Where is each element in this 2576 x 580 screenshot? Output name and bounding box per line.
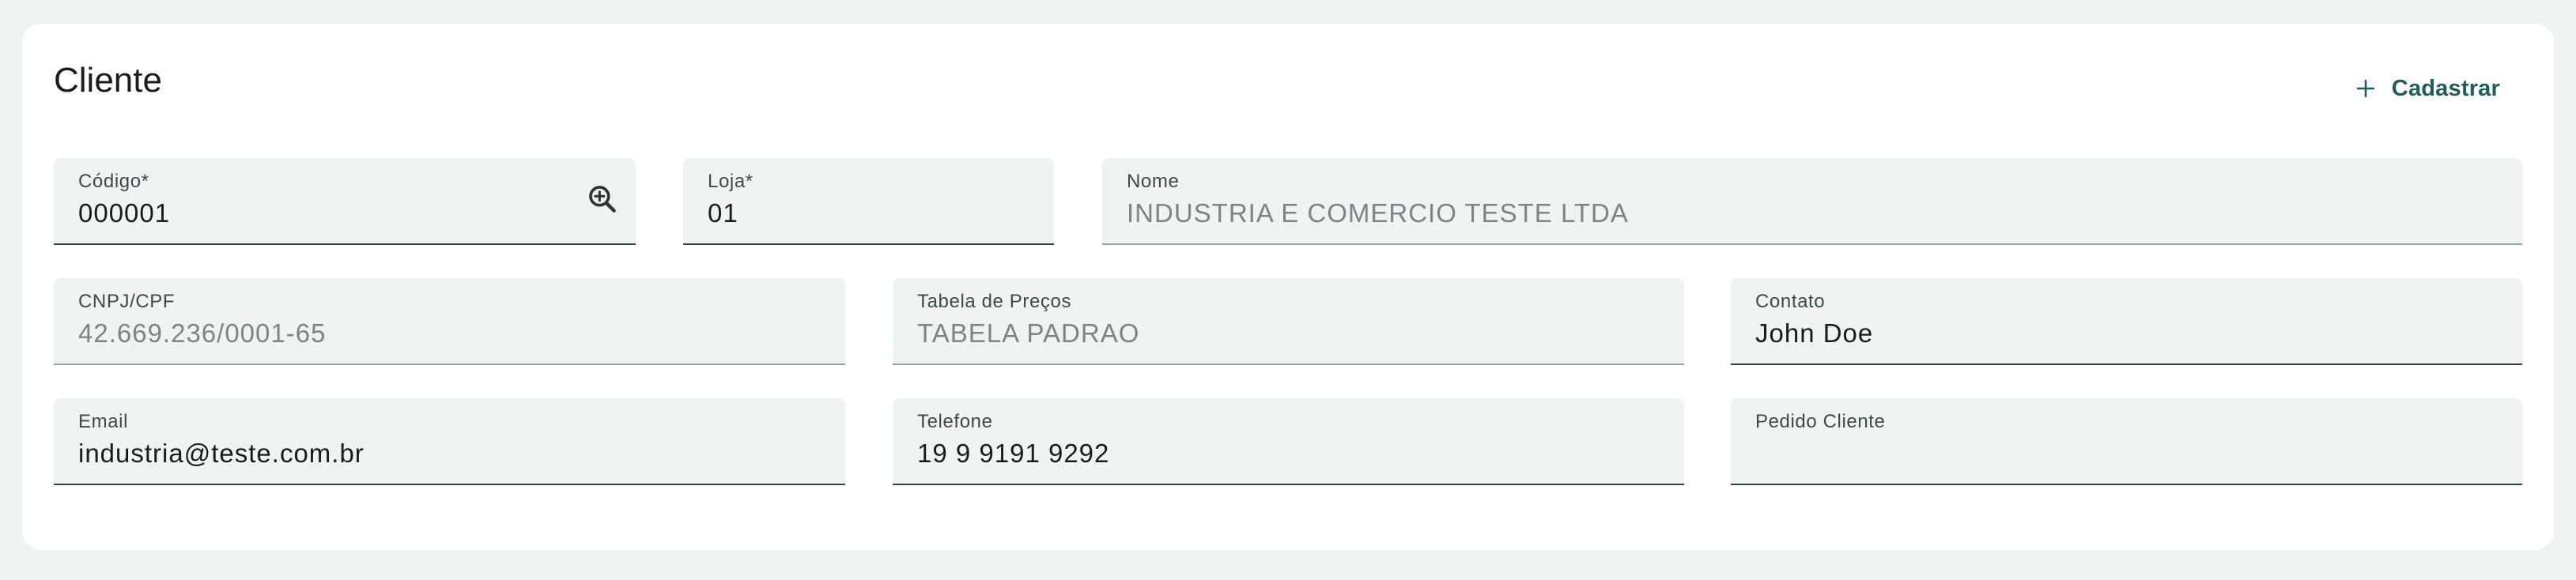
loja-field[interactable]: Loja* 01: [683, 158, 1054, 245]
plus-icon: [2352, 75, 2379, 102]
nome-value: INDUSTRIA E COMERCIO TESTE LTDA: [1127, 198, 1629, 228]
cadastrar-button-label: Cadastrar: [2391, 75, 2500, 101]
cnpj-label: CNPJ/CPF: [78, 291, 176, 312]
zoom-in-icon[interactable]: [585, 182, 620, 217]
cnpj-value: 42.669.236/0001-65: [78, 318, 327, 348]
pedido-cliente-field[interactable]: Pedido Cliente: [1731, 398, 2522, 485]
codigo-label: Código*: [78, 171, 149, 192]
codigo-value: 000001: [78, 198, 171, 228]
contato-field[interactable]: Contato John Doe: [1731, 278, 2522, 365]
codigo-field[interactable]: Código* 000001: [54, 158, 636, 245]
loja-label: Loja*: [708, 171, 754, 192]
contato-label: Contato: [1755, 291, 1826, 312]
loja-value: 01: [708, 198, 738, 228]
email-label: Email: [78, 411, 129, 432]
email-field[interactable]: Email industria@teste.com.br: [54, 398, 845, 485]
tabela-precos-label: Tabela de Preços: [917, 291, 1072, 312]
nome-field: Nome INDUSTRIA E COMERCIO TESTE LTDA: [1102, 158, 2522, 245]
cadastrar-button[interactable]: Cadastrar: [2352, 73, 2500, 104]
cnpj-field: CNPJ/CPF 42.669.236/0001-65: [54, 278, 845, 365]
contato-value: John Doe: [1755, 318, 1874, 348]
telefone-label: Telefone: [917, 411, 993, 432]
tabela-precos-value: TABELA PADRAO: [917, 318, 1140, 348]
telefone-field[interactable]: Telefone 19 9 9191 9292: [893, 398, 1684, 485]
pedido-cliente-label: Pedido Cliente: [1755, 411, 1886, 432]
section-title: Cliente: [54, 61, 162, 100]
telefone-value: 19 9 9191 9292: [917, 439, 1110, 468]
nome-label: Nome: [1127, 171, 1180, 192]
tabela-precos-field: Tabela de Preços TABELA PADRAO: [893, 278, 1684, 365]
email-value: industria@teste.com.br: [78, 439, 364, 468]
